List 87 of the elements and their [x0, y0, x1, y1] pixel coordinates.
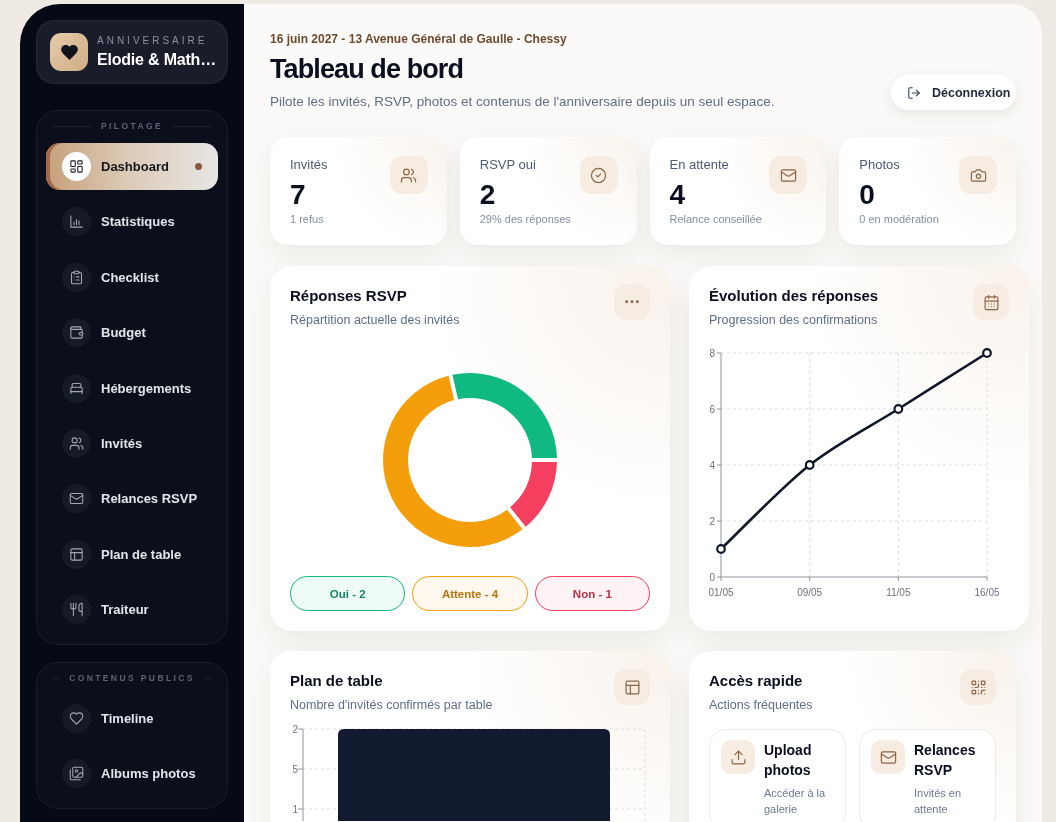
calendar-icon — [973, 284, 1009, 320]
stat-value: 4 — [669, 178, 687, 212]
nav-item[interactable]: Albums photos — [46, 750, 218, 798]
stat-note: 0 en modération — [859, 212, 939, 226]
action-note: Accéder à la galerie — [764, 786, 827, 817]
stat-note: Relance conseillée — [669, 212, 762, 226]
action-title: Relances RSVP — [914, 741, 977, 780]
axis-tick-label: 4 — [709, 459, 715, 471]
stat-label: Photos — [859, 157, 901, 173]
axis-tick-label: 2 — [292, 723, 298, 735]
action-note: Invités en attente — [914, 786, 963, 817]
section-label: CONTENUS PUBLICS — [69, 673, 195, 684]
clipboard-icon — [62, 262, 91, 292]
card-subtitle: Progression des confirmations — [709, 312, 879, 329]
stat-label: En attente — [669, 157, 730, 173]
page-title: Tableau de bord — [270, 53, 465, 86]
envelope-icon — [769, 156, 808, 194]
nav-item[interactable]: Invités — [46, 419, 218, 467]
axis-tick-label: 09/05 — [797, 587, 823, 598]
section-label: PILOTAGE — [101, 121, 163, 131]
card-title: Plan de table — [290, 671, 384, 691]
bed-icon — [62, 373, 91, 403]
page-subtitle: Pilote les invités, RSVP, photos et contenus de l'anniversaire depuis un seul espace. — [270, 93, 775, 111]
axis-tick-label: 0 — [709, 571, 715, 583]
card-title: Réponses RSVP — [290, 286, 408, 306]
nav-item[interactable]: Hébergements — [46, 364, 218, 412]
axis-tick-label: 5 — [292, 763, 298, 775]
card-subtitle: Actions fréquentes — [709, 697, 813, 714]
stat-label: Invités — [290, 157, 328, 173]
data-point — [893, 404, 904, 414]
nav-item[interactable]: Relances RSVP — [46, 475, 218, 523]
nav-item[interactable]: Timeline — [46, 695, 218, 743]
table-layout-icon — [614, 669, 650, 705]
upload-icon — [721, 740, 755, 774]
legend-item: Oui - 2 — [290, 576, 406, 611]
axis-tick-label: 01/05 — [708, 587, 734, 598]
stat-value: 0 — [859, 178, 876, 212]
bar-chart-icon — [62, 207, 91, 237]
wallet-icon — [62, 318, 91, 348]
stat-value: 7 — [290, 178, 307, 212]
fork-knife-icon — [62, 595, 91, 625]
users-icon — [389, 156, 428, 194]
stat-note: 1 refus — [290, 212, 325, 226]
more-icon — [625, 300, 639, 304]
envelope-icon — [871, 740, 905, 774]
table-layout-icon — [62, 539, 91, 569]
axis-tick-label: 1 — [292, 803, 298, 815]
axis-tick-label: 2 — [709, 515, 715, 527]
grid-icon — [62, 152, 91, 181]
data-point — [804, 460, 815, 470]
legend-item: Non - 1 — [534, 576, 650, 611]
card-title: Évolution des réponses — [709, 286, 879, 306]
heart-icon — [50, 33, 88, 71]
axis-tick-label: 16/05 — [974, 587, 1000, 598]
qr-code-icon — [960, 669, 996, 705]
action-title: Upload photos — [764, 741, 813, 780]
axis-tick-label: 8 — [709, 347, 715, 359]
logout-button[interactable]: Déconnexion — [891, 75, 1016, 110]
card-title: Accès rapide — [709, 671, 804, 691]
nav-item[interactable]: Statistiques — [46, 198, 218, 246]
nav-item[interactable]: Budget — [46, 309, 218, 357]
logout-icon — [907, 85, 921, 100]
more-button[interactable] — [614, 284, 650, 320]
card-subtitle: Répartition actuelle des invités — [290, 312, 460, 329]
event-details: 16 juin 2027 - 13 Avenue Général de Gaulle - Chessy — [270, 31, 568, 48]
images-icon — [62, 759, 91, 789]
data-point — [982, 348, 992, 358]
stat-value: 2 — [479, 178, 497, 212]
brand-name: Elodie & Math… — [97, 50, 216, 70]
stat-note: 29% des réponses — [479, 212, 571, 226]
card-subtitle: Nombre d'invités confirmés par table — [290, 697, 493, 714]
camera-icon — [959, 156, 997, 194]
brand-label: ANNIVERSAIRE — [97, 34, 209, 47]
axis-tick-label: 11/05 — [886, 587, 911, 598]
axis-tick-label: 6 — [709, 403, 715, 415]
nav-item[interactable]: Traiteur — [46, 586, 218, 634]
envelope-icon — [62, 484, 91, 514]
nav-item[interactable]: Dashboard — [46, 143, 218, 190]
nav-item[interactable]: Checklist — [46, 253, 218, 301]
users-icon — [62, 428, 91, 458]
quick-action-tile[interactable]: Upload photos Accéder à la galerie — [709, 729, 846, 822]
stat-label: RSVP oui — [479, 157, 537, 173]
legend-item: Attente - 4 — [412, 576, 528, 611]
dot-icon — [195, 163, 202, 170]
data-point — [716, 544, 726, 554]
quick-action-tile[interactable]: Relances RSVP Invités en attente — [859, 729, 996, 822]
nav-item[interactable]: Plan de table — [46, 530, 218, 578]
